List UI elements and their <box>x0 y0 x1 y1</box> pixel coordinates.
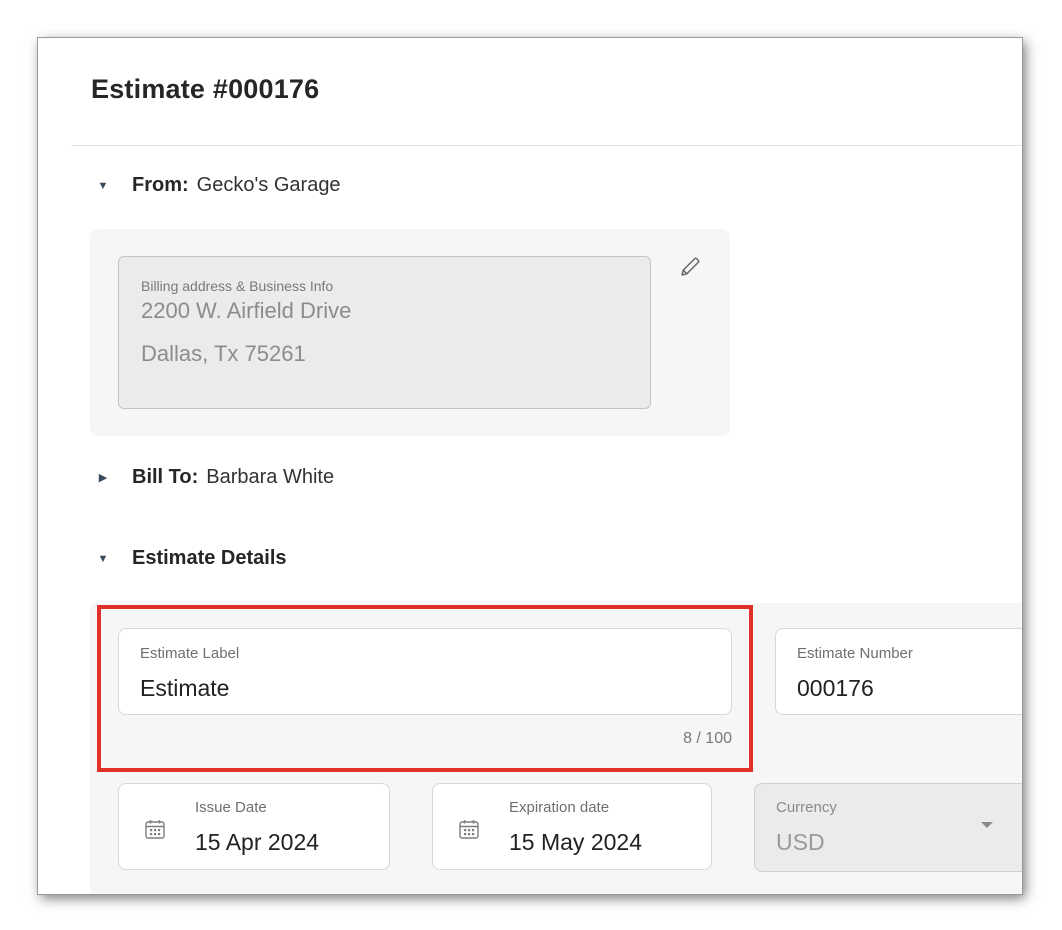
from-panel: Billing address & Business Info 2200 W. … <box>90 229 730 436</box>
estimate-label-caption: Estimate Label <box>140 645 240 662</box>
from-label: From: <box>132 174 189 196</box>
estimate-label-field[interactable]: Estimate Label Estimate <box>118 628 732 715</box>
issue-date-value: 15 Apr 2024 <box>195 829 320 855</box>
from-section-toggle[interactable]: ▼ From: Gecko's Garage <box>96 174 341 197</box>
issue-date-field[interactable]: Issue Date 15 Apr 2024 <box>118 783 390 870</box>
expiration-date-caption: Expiration date <box>509 799 610 816</box>
billing-caption: Billing address & Business Info <box>141 278 334 294</box>
caret-down-icon: ▼ <box>97 552 109 565</box>
billing-address-field: Billing address & Business Info 2200 W. … <box>118 256 651 409</box>
page-title: Estimate #000176 <box>91 74 320 104</box>
expiration-date-field[interactable]: Expiration date 15 May 2024 <box>432 783 712 870</box>
dropdown-arrow-icon <box>981 822 993 828</box>
header-divider <box>71 145 1022 146</box>
estimate-label-value: Estimate <box>140 675 230 701</box>
character-counter: 8 / 100 <box>683 730 732 747</box>
calendar-icon <box>145 820 165 839</box>
issue-date-caption: Issue Date <box>195 799 267 816</box>
caret-right-icon: ▶ <box>98 472 108 484</box>
bill-to-value: Barbara White <box>206 466 335 488</box>
bill-to-section-toggle[interactable]: ▶ Bill To: Barbara White <box>96 466 334 489</box>
estimate-number-caption: Estimate Number <box>797 645 913 662</box>
currency-caption: Currency <box>776 799 837 816</box>
from-value: Gecko's Garage <box>196 174 341 196</box>
caret-down-icon: ▼ <box>97 179 109 192</box>
estimate-number-value: 000176 <box>797 675 874 701</box>
currency-value: USD <box>776 829 825 855</box>
estimate-details-label: Estimate Details <box>132 547 287 569</box>
estimate-number-field[interactable]: Estimate Number 000176 <box>775 628 1022 715</box>
pencil-icon[interactable] <box>678 255 702 279</box>
expiration-date-value: 15 May 2024 <box>509 829 642 855</box>
estimate-details-toggle[interactable]: ▼ Estimate Details <box>96 547 287 570</box>
billing-address-line2: Dallas, Tx 75261 <box>141 341 306 366</box>
estimate-window: Estimate #000176 ▼ From: Gecko's Garage … <box>38 38 1022 894</box>
calendar-icon <box>459 820 479 839</box>
billing-address-line1: 2200 W. Airfield Drive <box>141 298 352 323</box>
currency-select[interactable]: Currency USD <box>754 783 1022 872</box>
bill-to-label: Bill To: <box>132 466 199 488</box>
